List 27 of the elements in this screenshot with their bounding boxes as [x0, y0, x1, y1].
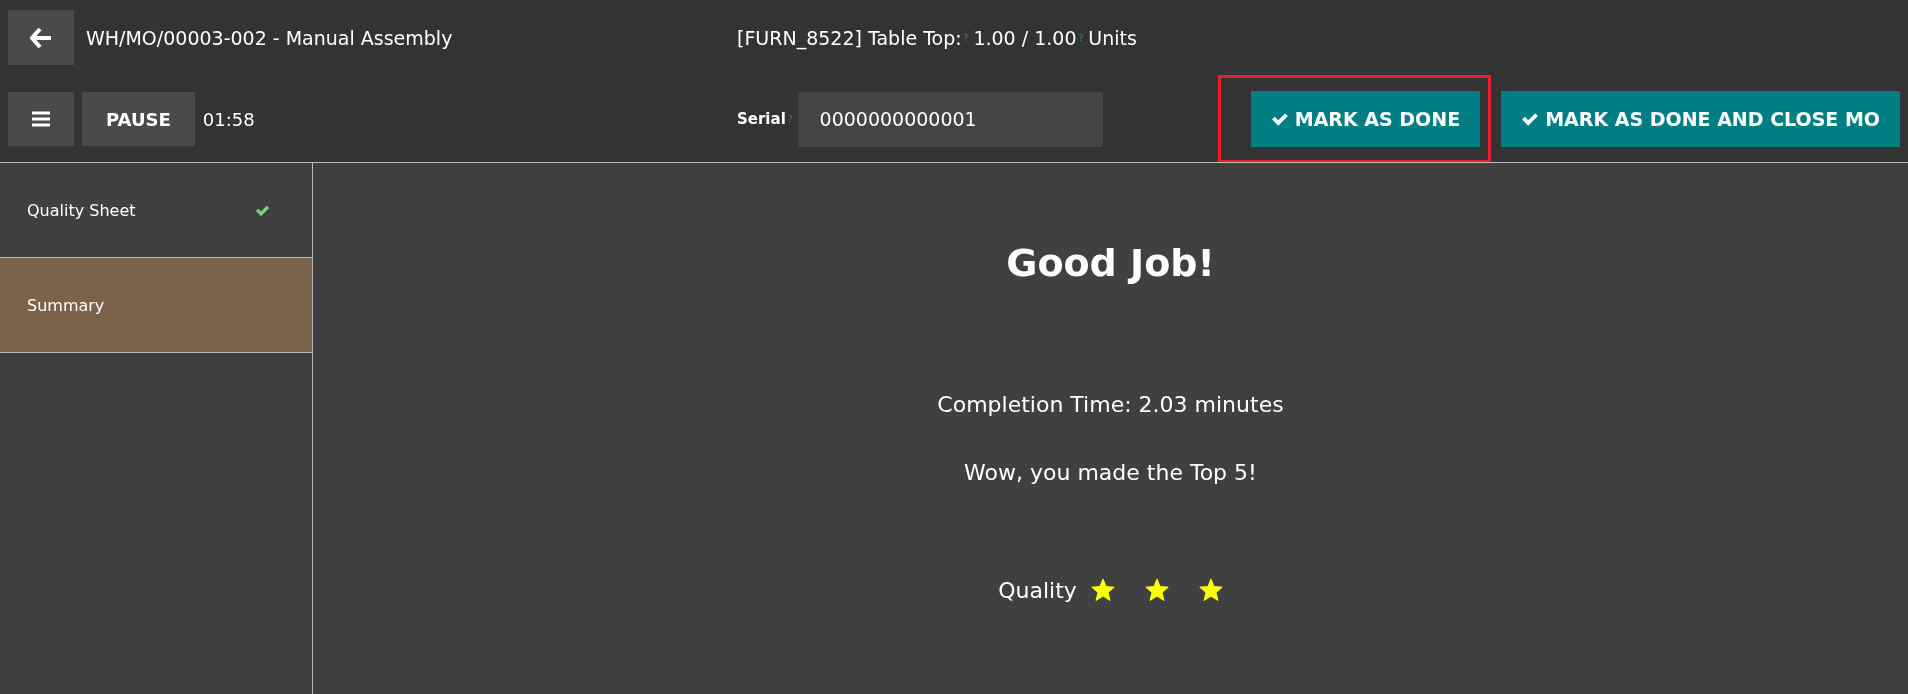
menu-icon: [32, 111, 50, 127]
summary-title: Good Job!: [1006, 241, 1215, 285]
serial-field[interactable]: 0000000000001: [797, 91, 1103, 147]
star-icon: [1144, 579, 1169, 602]
quality-label: Quality: [998, 578, 1077, 603]
help-mark[interactable]: ?: [1078, 32, 1084, 43]
unit-text: Units: [1088, 26, 1137, 49]
step-label: Summary: [27, 295, 105, 315]
completion-time: Completion Time: 2.03 minutes: [937, 392, 1284, 417]
mark-done-button[interactable]: MARK AS DONE AND CLOSE MO: [1501, 91, 1900, 147]
back-button[interactable]: [8, 10, 74, 65]
mark-done-button[interactable]: MARK AS DONE: [1250, 91, 1481, 147]
arrow-left-icon: [30, 27, 52, 48]
rank-message: Wow, you made the Top 5!: [964, 460, 1257, 485]
star-icon: [1198, 579, 1223, 602]
product-name: [FURN_8522] Table Top:: [737, 26, 962, 49]
star-icon: [1090, 579, 1115, 602]
quantity-text: 1.00 / 1.00: [973, 26, 1077, 49]
pause-button[interactable]: PAUSE: [82, 92, 195, 146]
help-mark[interactable]: ?: [787, 114, 793, 124]
step-label: Quality Sheet: [27, 200, 136, 220]
menu-button[interactable]: [8, 92, 74, 146]
step-item[interactable]: Summary: [0, 258, 312, 353]
timer-text: 01:58: [202, 108, 255, 130]
order-title: WH/MO/00003-002 - Manual Assembly: [86, 26, 453, 49]
help-mark[interactable]: ?: [963, 32, 969, 43]
serial-label: Serial: [737, 110, 786, 128]
